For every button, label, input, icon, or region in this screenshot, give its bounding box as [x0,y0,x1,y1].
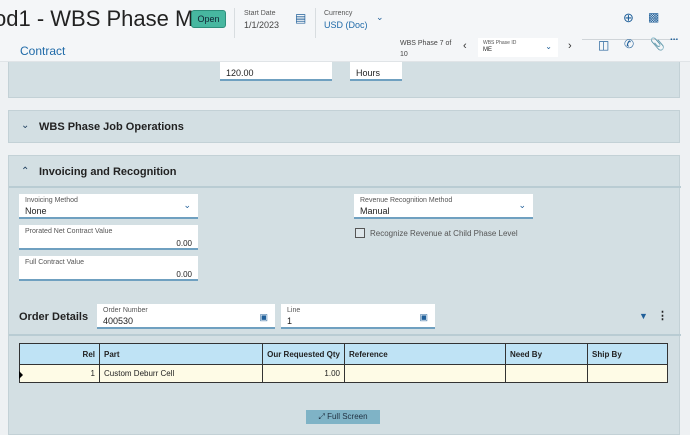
field-label: Order Number [103,307,148,314]
section-job-operations[interactable]: ⌄ WBS Phase Job Operations [8,110,680,143]
section-title: Invoicing and Recognition [39,166,177,178]
cell-rel[interactable]: 1 [19,364,100,383]
recognize-revenue-checkbox[interactable] [355,228,365,238]
more-options-icon[interactable]: ⋮ [657,309,668,322]
field-value: 400530 [103,316,134,326]
search-icon[interactable]: ▣ [259,312,268,323]
status-badge: Open [191,10,226,28]
field-label: Revenue Recognition Method [360,197,453,204]
wbs-phase-id-label: WBS Phase ID [483,40,517,46]
column-header-need-by[interactable]: Need By [505,343,588,365]
divider [9,186,681,188]
field-label: Full Contract Value [25,259,85,266]
field-value: 120.00 [226,68,254,78]
chevron-down-icon: ⌄ [545,42,552,51]
field-value: None [25,206,47,216]
previous-icon[interactable]: ‹ [463,40,467,52]
page-title: od1 - WBS Phase ME [0,6,208,31]
full-contract-value-field[interactable]: Full Contract Value 0.00 [19,256,198,281]
cell-ship-by[interactable] [587,364,668,383]
line-field[interactable]: Line 1 ▣ [281,304,435,329]
prorated-net-contract-value-field[interactable]: Prorated Net Contract Value 0.00 [19,225,198,250]
column-header-rel[interactable]: Rel [19,343,100,365]
currency-label: Currency [324,10,353,17]
cell-part[interactable]: Custom Deburr Cell [99,364,263,383]
record-nav-text: WBS Phase 7 of 10 [400,40,452,58]
chevron-down-icon[interactable]: ⌄ [21,120,29,131]
divider [315,8,316,38]
field-label: Line [287,307,301,314]
partial-field[interactable]: 120.00 [220,61,332,81]
wbs-phase-id-select[interactable]: WBS Phase ID ME ⌄ [478,38,558,57]
add-icon[interactable]: ⊕ [623,10,634,26]
start-date-value[interactable]: 1/1/2023 [244,20,279,30]
divider [9,334,681,336]
field-value: 0.00 [176,239,192,248]
row-indicator-icon [19,371,23,379]
full-screen-label: Full Screen [327,412,368,421]
cell-reference[interactable] [344,364,506,383]
field-label: Prorated Net Contract Value [25,228,113,235]
column-header-qty[interactable]: Our Requested Qty [262,343,345,365]
field-value: 0.00 [176,270,192,279]
column-header-reference[interactable]: Reference [344,343,506,365]
table-row[interactable]: 1 Custom Deburr Cell 1.00 [19,364,668,383]
next-icon[interactable]: › [568,40,572,52]
section-invoicing: ⌃ Invoicing and Recognition Invoicing Me… [8,155,681,435]
checkbox-label: Recognize Revenue at Child Phase Level [370,229,518,238]
order-details-title: Order Details [19,311,89,323]
order-number-field[interactable]: Order Number 400530 ▣ [97,304,275,329]
column-header-ship-by[interactable]: Ship By [587,343,668,365]
order-details-table: Rel Part Our Requested Qty Reference Nee… [19,343,668,383]
divider [234,8,235,38]
chevron-up-icon[interactable]: ⌃ [21,166,29,177]
revenue-recognition-method-select[interactable]: Revenue Recognition Method Manual ⌄ [354,194,533,219]
cell-qty[interactable]: 1.00 [262,364,345,383]
chevron-down-icon: ⌄ [518,200,526,210]
field-value: Hours [356,68,381,78]
full-screen-button[interactable]: ⤢ Full Screen [306,410,380,424]
table-header-row: Rel Part Our Requested Qty Reference Nee… [19,343,668,365]
cell-need-by[interactable] [505,364,588,383]
filter-icon[interactable]: ▼ [639,311,648,321]
field-value: 1 [287,316,293,326]
save-icon[interactable]: ▩ [648,10,659,24]
currency-value[interactable]: USD (Doc) [324,20,368,30]
chevron-down-icon[interactable]: ⌄ [376,12,384,23]
more-icon[interactable]: ... [670,32,678,43]
phone-icon[interactable]: ✆ [624,37,634,51]
wbs-phase-id-value: ME [483,47,492,53]
attachment-icon[interactable]: 📎 [650,37,665,51]
field-label: Invoicing Method [25,197,78,204]
chevron-down-icon: ⌄ [183,200,191,210]
field-value: Manual [360,206,390,216]
invoicing-method-select[interactable]: Invoicing Method None ⌄ [19,194,198,219]
expand-icon: ⤢ [318,412,328,421]
start-date-label: Start Date [244,10,276,17]
panel-icon[interactable]: ◫ [598,38,609,52]
header: od1 - WBS Phase ME Open Start Date 1/1/2… [0,0,690,62]
column-header-part[interactable]: Part [99,343,263,365]
calendar-icon[interactable]: ▤ [295,11,306,25]
partial-field-unit[interactable]: Hours [350,61,402,81]
section-title: WBS Phase Job Operations [39,121,184,133]
search-icon[interactable]: ▣ [419,312,428,323]
subtitle: Contract [20,44,66,58]
